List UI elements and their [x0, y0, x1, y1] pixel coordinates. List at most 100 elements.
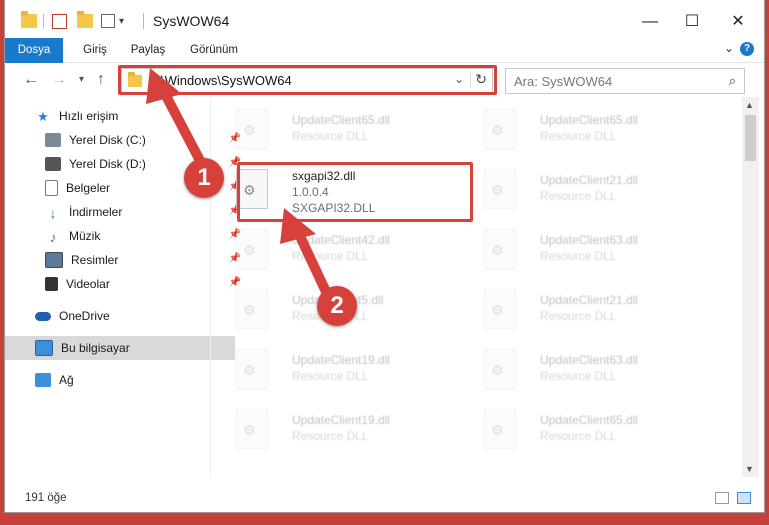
sidebar-item-quick-access[interactable]: ★ Hızlı erişim — [5, 104, 235, 128]
vertical-scrollbar[interactable]: ▲ ▼ — [742, 97, 759, 477]
up-arrow-icon[interactable]: ↑ — [97, 71, 105, 89]
divider — [143, 13, 144, 29]
drive-icon — [45, 157, 61, 171]
dll-file-icon — [236, 349, 268, 389]
file-name: UpdateClient65.dll — [540, 413, 639, 427]
large-icons-view-icon[interactable] — [737, 492, 751, 504]
ribbon: Dosya Giriş Paylaş Görünüm ⌄ ? — [5, 38, 764, 90]
document-icon — [45, 180, 58, 196]
file-item[interactable]: UpdateClient19.dll Resource DLL — [232, 403, 462, 455]
window-title: SysWOW64 — [153, 13, 230, 29]
file-item[interactable]: UpdateClient63.dll Resource DLL — [480, 223, 710, 275]
file-item[interactable]: UpdateClient19.dll Resource DLL — [232, 343, 462, 395]
pane-splitter[interactable] — [210, 97, 211, 477]
search-icon: ⌕ — [728, 73, 736, 88]
sidebar-item-label: OneDrive — [59, 309, 110, 323]
close-button[interactable]: ✕ — [723, 8, 753, 36]
step-2-badge: 2 — [317, 286, 357, 326]
file-type: Resource DLL — [540, 249, 617, 263]
file-name: UpdateClient63.dll — [540, 233, 639, 247]
new-folder-icon[interactable] — [77, 11, 93, 28]
sidebar-item-label: Resimler — [71, 253, 119, 267]
search-placeholder: Ara: SysWOW64 — [514, 74, 613, 89]
help-icon[interactable]: ? — [740, 42, 754, 56]
download-icon: ↓ — [49, 205, 57, 221]
title-bar: ▾ SysWOW64 — ☐ ✕ — [5, 0, 764, 42]
scroll-down-icon[interactable]: ▼ — [745, 464, 754, 474]
sidebar-item-label: İndirmeler — [69, 205, 123, 219]
file-type: Resource DLL — [540, 369, 617, 383]
details-view-icon[interactable] — [715, 492, 729, 504]
ribbon-collapse-icon[interactable]: ⌄ — [724, 41, 734, 55]
divider — [43, 14, 44, 28]
file-type: Resource DLL — [292, 429, 369, 443]
dll-file-icon — [484, 169, 516, 209]
file-name: UpdateClient19.dll — [292, 413, 391, 427]
sidebar-item-videos[interactable]: Videolar 📌 — [5, 272, 245, 296]
music-icon: ♪ — [49, 229, 57, 245]
tab-share[interactable]: Paylaş — [123, 38, 173, 62]
back-arrow-icon[interactable]: ← — [23, 71, 39, 89]
item-count: 191 öğe — [25, 492, 67, 504]
sidebar-item-network[interactable]: Ağ — [5, 368, 235, 392]
folder-icon — [21, 11, 37, 28]
file-item[interactable]: UpdateClient42.dll Resource DLL — [232, 223, 462, 275]
sidebar-item-this-pc[interactable]: Bu bilgisayar — [5, 336, 235, 360]
sidebar-item-onedrive[interactable]: OneDrive — [5, 304, 235, 328]
address-highlight — [118, 65, 497, 95]
file-item[interactable]: UpdateClient65.dll Resource DLL — [480, 403, 710, 455]
chevron-down-icon[interactable]: ▾ — [119, 16, 124, 27]
sidebar-item-label: Videolar — [66, 277, 110, 291]
customize-icon[interactable] — [101, 14, 115, 28]
navigation-pane: ★ Hızlı erişim Yerel Disk (C:) 📌 Yerel D… — [5, 97, 241, 462]
file-type: Resource DLL — [540, 429, 617, 443]
file-name: UpdateClient19.dll — [292, 353, 391, 367]
maximize-button[interactable]: ☐ — [677, 8, 707, 36]
step-1-badge: 1 — [184, 158, 224, 198]
dll-file-icon — [484, 409, 516, 449]
sidebar-item-label: Yerel Disk (C:) — [69, 133, 146, 147]
file-name: UpdateClient42.dll — [292, 233, 391, 247]
dll-file-icon — [236, 289, 268, 329]
star-icon: ★ — [37, 109, 49, 124]
file-name: UpdateClient65.dll — [292, 113, 391, 127]
file-item[interactable]: UpdateClient65.dll Resource DLL — [232, 103, 462, 155]
tab-home[interactable]: Giriş — [75, 38, 115, 62]
dll-file-icon — [484, 109, 516, 149]
sidebar-item-label: Bu bilgisayar — [61, 341, 130, 355]
file-item[interactable]: UpdateClient63.dll Resource DLL — [480, 343, 710, 395]
cloud-icon — [35, 311, 51, 321]
sidebar-item-pictures[interactable]: Resimler 📌 — [5, 248, 245, 272]
address-row: ← → ▾ ↑ C:\Windows\SysWOW64 ⌄ ↻ Ara: Sys… — [5, 63, 764, 97]
search-box[interactable]: Ara: SysWOW64 ⌕ — [505, 68, 745, 94]
sidebar-item-local-disk-c[interactable]: Yerel Disk (C:) 📌 — [5, 128, 245, 152]
file-type: Resource DLL — [292, 129, 369, 143]
quick-access-toolbar: ▾ — [21, 11, 124, 30]
recent-chevron-icon[interactable]: ▾ — [79, 74, 84, 85]
sidebar-item-label: Ağ — [59, 373, 74, 387]
file-item[interactable]: UpdateClient21.dll Resource DLL — [480, 283, 710, 335]
forward-arrow-icon[interactable]: → — [51, 71, 67, 89]
file-item[interactable]: UpdateClient21.dll Resource DLL — [480, 163, 710, 215]
drive-icon — [45, 133, 61, 147]
dll-file-icon — [484, 289, 516, 329]
properties-icon[interactable] — [52, 13, 67, 29]
dll-file-icon — [484, 349, 516, 389]
sidebar-item-downloads[interactable]: ↓ İndirmeler 📌 — [5, 200, 245, 224]
minimize-button[interactable]: — — [635, 8, 665, 36]
scroll-up-icon[interactable]: ▲ — [745, 100, 754, 110]
video-icon — [45, 277, 58, 291]
computer-icon — [35, 340, 53, 356]
sidebar-item-music[interactable]: ♪ Müzik 📌 — [5, 224, 245, 248]
scroll-thumb[interactable] — [745, 115, 756, 161]
network-icon — [35, 373, 51, 387]
tab-view[interactable]: Görünüm — [181, 38, 247, 62]
file-list: UpdateClient65.dll Resource DLL sxgapi32… — [218, 97, 740, 475]
dll-file-icon — [236, 409, 268, 449]
file-name: UpdateClient65.dll — [540, 113, 639, 127]
file-type: Resource DLL — [540, 189, 617, 203]
file-item[interactable]: UpdateClient65.dll Resource DLL — [480, 103, 710, 155]
status-bar: 191 öğe — [5, 486, 764, 512]
dll-file-icon — [236, 109, 268, 149]
file-type: Resource DLL — [292, 249, 369, 263]
